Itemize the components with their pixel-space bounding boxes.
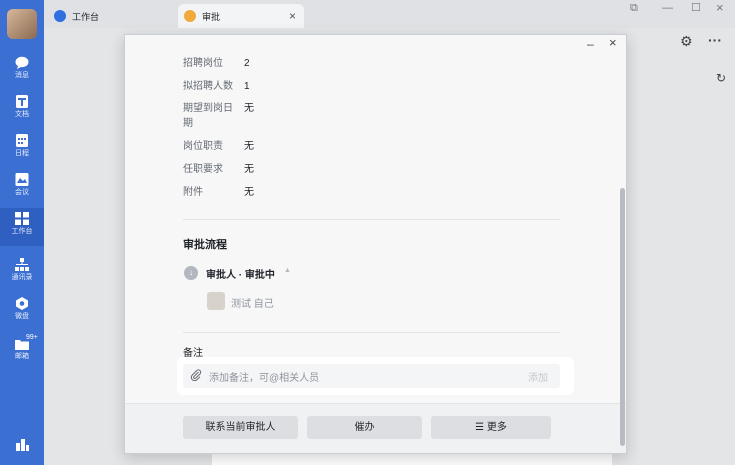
approval-tab-icon [184,10,196,22]
maximize-icon[interactable]: ☐ [691,1,701,14]
field-label: 岗位职责 [183,141,223,152]
nav-item-workbench[interactable]: 工作台 [0,208,44,246]
tab-label: 工作台 [72,11,100,22]
close-window-icon[interactable]: × [716,0,724,15]
download-icon: ↓ [184,266,198,280]
tab-workbench[interactable]: 工作台 [54,4,174,28]
dialog-footer: 联系当前审批人 催办 ☰ 更多 [125,403,626,453]
nav-label: 会议 [15,189,29,196]
apps-icon[interactable] [15,437,29,451]
more-button[interactable]: ☰ 更多 [431,416,551,439]
urge-button[interactable]: 催办 [307,416,422,439]
minimize-icon[interactable]: – [587,37,594,51]
nav-label: 文档 [15,111,29,118]
nav-label: 工作台 [11,228,33,235]
field-label: 招聘岗位 [183,58,223,69]
scrollbar[interactable] [620,188,625,446]
close-icon[interactable]: × [609,35,617,50]
doc-icon [16,95,28,108]
field-value: 1 [244,81,250,92]
field-label-wrap: 期 [183,118,193,129]
close-icon[interactable]: × [289,9,296,23]
field-value: 无 [244,164,254,175]
approval-detail-dialog: – × 招聘岗位 2 拟招聘人数 1 期望到岗日 期 无 岗位职责 无 任职要求… [124,34,627,454]
field-label: 拟招聘人数 [183,81,233,92]
nav-item-docs[interactable]: 文档 [0,91,44,129]
nav-item-meeting[interactable]: 会议 [0,169,44,207]
meeting-icon [15,173,29,186]
nav-item-contacts[interactable]: 通讯录 [0,254,44,292]
field-label: 期望到岗日 [183,103,233,114]
chevron-up-icon[interactable]: ▲ [284,267,291,274]
field-label: 附件 [183,187,203,198]
tab-label: 审批 [202,11,221,22]
nav-label: 邮箱 [15,353,29,360]
nav-label: 日程 [15,150,29,157]
field-value: 无 [244,103,254,114]
add-remark-button[interactable]: 添加 [528,369,548,384]
nav-label: 微盘 [15,313,29,320]
minimize-icon[interactable]: — [662,2,673,14]
nav-item-drive[interactable]: 微盘 [0,293,44,331]
paperclip-icon [190,369,202,381]
flow-node-status[interactable]: 审批人 · 审批中 [206,266,275,281]
user-avatar[interactable] [7,9,37,39]
contact-approver-button[interactable]: 联系当前审批人 [183,416,298,439]
workbench-icon [15,212,29,225]
divider [183,332,560,333]
field-value: 无 [244,187,254,198]
left-navigation-rail: 消息 文档 日程 会议 工作台 通讯录 微盘 邮箱 99+ [0,0,44,465]
nav-item-messages[interactable]: 消息 [0,52,44,90]
nav-label: 通讯录 [11,274,33,281]
divider [183,219,560,220]
nav-item-mail[interactable]: 邮箱 99+ [0,333,44,371]
remark-placeholder: 添加备注，可@相关人员 [209,373,320,384]
workbench-tab-icon [54,10,66,22]
tab-approval[interactable]: 审批 × [178,4,304,28]
unread-badge: 99+ [26,334,38,341]
tab-bar: 工作台 审批 × ⧉ — ☐ × [44,0,735,28]
avatar [207,292,225,310]
field-value: 无 [244,141,254,152]
pin-window-icon[interactable]: ⧉ [630,2,638,15]
field-value: 2 [244,58,250,69]
field-label: 任职要求 [183,164,223,175]
nav-label: 消息 [15,72,29,79]
drive-icon [16,297,28,310]
approver-name: 测试 自己 [231,299,274,310]
nav-item-calendar[interactable]: 日程 [0,130,44,168]
calendar-icon [16,134,28,147]
approval-flow-title: 审批流程 [183,239,227,251]
remark-input[interactable]: 添加备注，可@相关人员 添加 [183,364,560,388]
contacts-icon [15,258,29,271]
chat-icon [15,56,29,69]
